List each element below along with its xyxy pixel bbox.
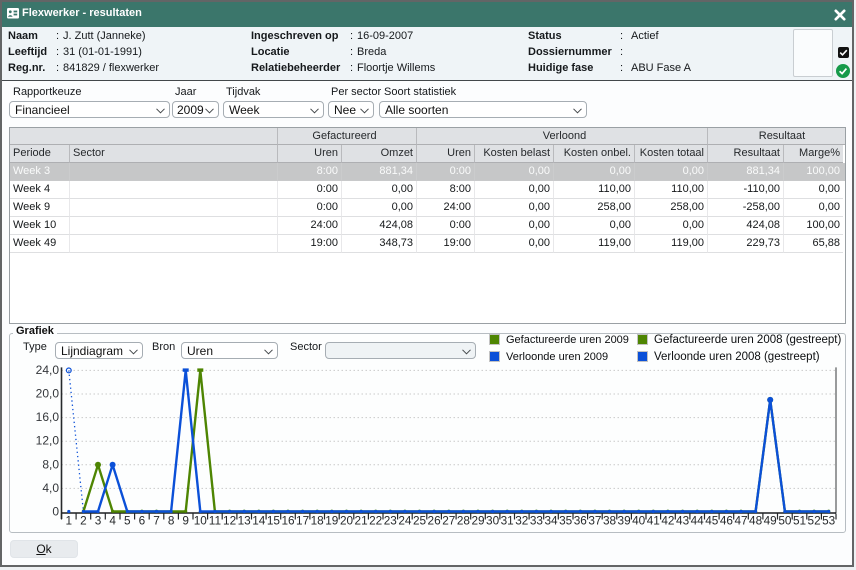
svg-text:44: 44 [691,514,705,528]
svg-text:45: 45 [705,514,719,528]
svg-text:33: 33 [530,514,544,528]
svg-text:13: 13 [238,514,252,528]
svg-text:38: 38 [603,514,617,528]
svg-text:2: 2 [80,514,87,528]
svg-text:18: 18 [311,514,325,528]
svg-text:16,0: 16,0 [36,410,60,424]
svg-text:24,0: 24,0 [36,363,60,377]
svg-text:34: 34 [544,514,558,528]
svg-text:20: 20 [340,514,354,528]
svg-text:20,0: 20,0 [36,387,60,401]
svg-text:16: 16 [281,514,295,528]
svg-text:32: 32 [515,514,528,528]
svg-text:25: 25 [413,514,427,528]
svg-text:1: 1 [66,514,73,528]
svg-text:28: 28 [457,514,471,528]
svg-text:10: 10 [194,514,208,528]
svg-text:27: 27 [442,514,455,528]
svg-text:0: 0 [52,505,59,519]
svg-text:30: 30 [486,514,500,528]
svg-text:8: 8 [168,514,175,528]
svg-text:4,0: 4,0 [42,481,59,495]
svg-text:17: 17 [296,514,309,528]
svg-text:19: 19 [325,514,338,528]
svg-text:51: 51 [793,514,806,528]
svg-text:52: 52 [808,514,821,528]
svg-text:43: 43 [676,514,690,528]
svg-text:8,0: 8,0 [42,457,59,471]
svg-text:48: 48 [749,514,763,528]
svg-text:46: 46 [720,514,734,528]
svg-text:11: 11 [209,514,221,528]
svg-text:3: 3 [95,514,102,528]
svg-text:26: 26 [428,514,442,528]
svg-text:41: 41 [647,514,660,528]
svg-text:42: 42 [661,514,674,528]
svg-text:53: 53 [822,514,836,528]
svg-text:50: 50 [778,514,792,528]
svg-text:24: 24 [398,514,412,528]
svg-text:21: 21 [355,514,368,528]
svg-text:37: 37 [588,514,601,528]
svg-text:9: 9 [182,514,189,528]
svg-text:12,0: 12,0 [36,434,60,448]
svg-text:5: 5 [124,514,131,528]
svg-text:23: 23 [384,514,398,528]
svg-text:39: 39 [618,514,631,528]
svg-text:15: 15 [267,514,281,528]
svg-text:49: 49 [764,514,777,528]
svg-text:22: 22 [369,514,382,528]
svg-text:12: 12 [223,514,236,528]
svg-text:35: 35 [559,514,573,528]
svg-text:4: 4 [109,514,116,528]
svg-text:7: 7 [153,514,160,528]
svg-text:31: 31 [501,514,514,528]
svg-text:47: 47 [734,514,747,528]
svg-text:14: 14 [252,514,266,528]
svg-text:40: 40 [632,514,646,528]
svg-text:6: 6 [139,514,146,528]
svg-text:29: 29 [471,514,484,528]
svg-text:36: 36 [574,514,588,528]
